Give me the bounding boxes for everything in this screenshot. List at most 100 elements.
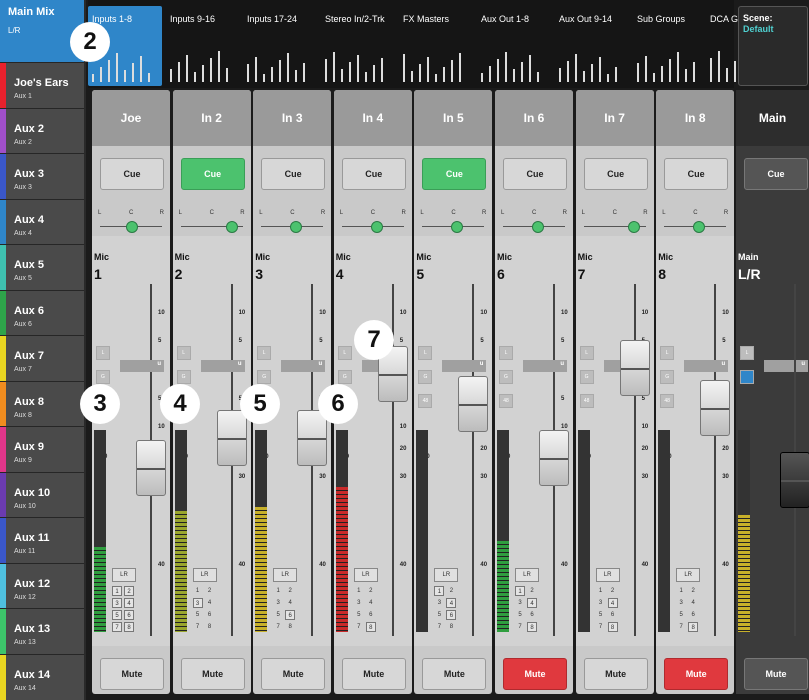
sidebar-aux-item[interactable]: Aux 10 Aux 10 xyxy=(0,471,84,518)
tab-bank[interactable]: FX Masters xyxy=(399,6,473,86)
pan-knob[interactable] xyxy=(370,221,383,233)
assign-bus[interactable]: 8 xyxy=(205,622,215,632)
sidebar-aux-item[interactable]: Aux 2 Aux 2 xyxy=(0,107,84,154)
cue-button[interactable]: Cue xyxy=(341,158,406,190)
sidebar-aux-item[interactable]: Aux 12 Aux 12 xyxy=(0,562,84,609)
assign-lr[interactable]: LR xyxy=(273,568,298,582)
sidebar-aux-item[interactable]: Aux 13 Aux 13 xyxy=(0,608,84,654)
channel-fader[interactable] xyxy=(297,410,328,466)
channel-name[interactable]: In 5 xyxy=(414,90,493,146)
pan-knob[interactable] xyxy=(693,221,706,233)
channel-name[interactable]: In 7 xyxy=(575,90,654,146)
pan-knob[interactable] xyxy=(126,221,138,233)
channel-name[interactable]: In 4 xyxy=(333,90,412,146)
assign-bus[interactable]: 8 xyxy=(688,622,699,632)
assign-bus[interactable]: 1 xyxy=(676,586,686,596)
assign-bus[interactable]: 3 xyxy=(112,598,122,608)
assign-bus[interactable]: 7 xyxy=(676,622,686,632)
sidebar-main-mix[interactable]: Main Mix L/R xyxy=(0,0,84,62)
mute-button[interactable]: Mute xyxy=(422,658,487,690)
tab-bank[interactable]: Aux Out 1-8 xyxy=(477,6,551,86)
assign-bus[interactable]: 7 xyxy=(515,622,525,632)
mute-button[interactable]: Mute xyxy=(664,658,729,690)
assign-bus[interactable]: 5 xyxy=(596,610,606,620)
main-fader[interactable] xyxy=(780,452,809,508)
sidebar-aux-item[interactable]: Aux 14 Aux 14 xyxy=(0,653,84,700)
assign-bus[interactable]: 7 xyxy=(193,622,203,632)
mute-button[interactable]: Mute xyxy=(341,658,406,690)
channel-name[interactable]: In 6 xyxy=(495,90,573,146)
channel-name[interactable]: In 2 xyxy=(172,90,251,146)
assign-bus[interactable]: 8 xyxy=(446,622,456,632)
channel-fader[interactable] xyxy=(700,380,731,436)
assign-lr[interactable]: LR xyxy=(595,568,620,582)
cue-button[interactable]: Cue xyxy=(583,158,648,190)
cue-button[interactable]: Cue xyxy=(503,158,567,190)
assign-bus[interactable]: 7 xyxy=(112,622,122,632)
assign-bus[interactable]: 3 xyxy=(596,598,606,608)
assign-bus[interactable]: 6 xyxy=(527,610,537,620)
assign-bus[interactable]: 2 xyxy=(446,586,456,596)
pan-control[interactable]: L C R xyxy=(96,208,166,233)
sidebar-aux-item[interactable]: Aux 9 Aux 9 xyxy=(0,426,84,472)
sidebar-aux-item[interactable]: Aux 5 Aux 5 xyxy=(0,244,84,290)
assign-lr[interactable]: LR xyxy=(434,568,459,582)
assign-lr[interactable]: LR xyxy=(112,568,136,582)
sidebar-aux-item[interactable]: Aux 7 Aux 7 xyxy=(0,335,84,381)
assign-bus[interactable]: 1 xyxy=(596,586,606,596)
assign-lr[interactable]: LR xyxy=(676,568,701,582)
channel-name[interactable]: In 3 xyxy=(253,90,332,146)
pan-control[interactable]: L C R xyxy=(499,208,569,233)
assign-bus[interactable]: 5 xyxy=(112,610,122,620)
mute-button[interactable]: Mute xyxy=(583,658,648,690)
main-cue-button[interactable]: Cue xyxy=(744,158,808,190)
cue-button[interactable]: Cue xyxy=(422,158,487,190)
assign-bus[interactable]: 1 xyxy=(515,586,525,596)
assign-bus[interactable]: 3 xyxy=(273,598,283,608)
assign-bus[interactable]: 3 xyxy=(434,598,444,608)
channel-name[interactable]: Joe xyxy=(92,90,170,146)
channel-fader[interactable] xyxy=(458,376,489,432)
assign-bus[interactable]: 3 xyxy=(192,598,203,608)
assign-bus[interactable]: 6 xyxy=(366,610,376,620)
pan-knob[interactable] xyxy=(290,221,303,233)
assign-bus[interactable]: 4 xyxy=(124,598,134,608)
pan-control[interactable]: L C R xyxy=(177,208,247,233)
pan-control[interactable]: L C R xyxy=(580,208,650,233)
mute-button[interactable]: Mute xyxy=(100,658,164,690)
assign-bus[interactable]: 5 xyxy=(434,610,444,620)
assign-bus[interactable]: 3 xyxy=(676,598,686,608)
assign-bus[interactable]: 6 xyxy=(608,610,618,620)
assign-bus[interactable]: 6 xyxy=(446,610,457,620)
assign-bus[interactable]: 1 xyxy=(193,586,203,596)
mute-button[interactable]: Mute xyxy=(261,658,326,690)
assign-bus[interactable]: 8 xyxy=(365,622,376,632)
assign-bus[interactable]: 2 xyxy=(527,586,537,596)
assign-bus[interactable]: 7 xyxy=(596,622,606,632)
assign-bus[interactable]: 2 xyxy=(124,586,134,596)
assign-bus[interactable]: 6 xyxy=(688,610,698,620)
assign-bus[interactable]: 4 xyxy=(607,598,618,608)
channel-fader[interactable] xyxy=(619,340,650,396)
assign-bus[interactable]: 6 xyxy=(285,610,296,620)
tab-bank[interactable]: Inputs 9-16 xyxy=(166,6,240,86)
cue-button[interactable]: Cue xyxy=(261,158,326,190)
channel-fader[interactable] xyxy=(539,430,569,486)
assign-lr[interactable]: LR xyxy=(192,568,217,582)
assign-bus[interactable]: 2 xyxy=(366,586,376,596)
scene-panel[interactable]: Scene: Default xyxy=(738,6,808,86)
assign-bus[interactable]: 4 xyxy=(285,598,295,608)
assign-bus[interactable]: 7 xyxy=(434,622,444,632)
tab-bank[interactable]: Inputs 17-24 xyxy=(243,6,317,86)
pan-knob[interactable] xyxy=(628,221,641,233)
mute-button[interactable]: Mute xyxy=(180,658,245,690)
assign-bus[interactable]: 5 xyxy=(676,610,686,620)
cue-button[interactable]: Cue xyxy=(100,158,164,190)
assign-bus[interactable]: 2 xyxy=(688,586,698,596)
assign-bus[interactable]: 7 xyxy=(354,622,364,632)
channel-name[interactable]: In 8 xyxy=(656,90,735,146)
assign-bus[interactable]: 6 xyxy=(205,610,215,620)
assign-bus[interactable]: 2 xyxy=(285,586,295,596)
sidebar-aux-item[interactable]: Aux 4 Aux 4 xyxy=(0,198,84,245)
tab-bank[interactable]: Stereo In/2-Trk xyxy=(321,6,395,86)
